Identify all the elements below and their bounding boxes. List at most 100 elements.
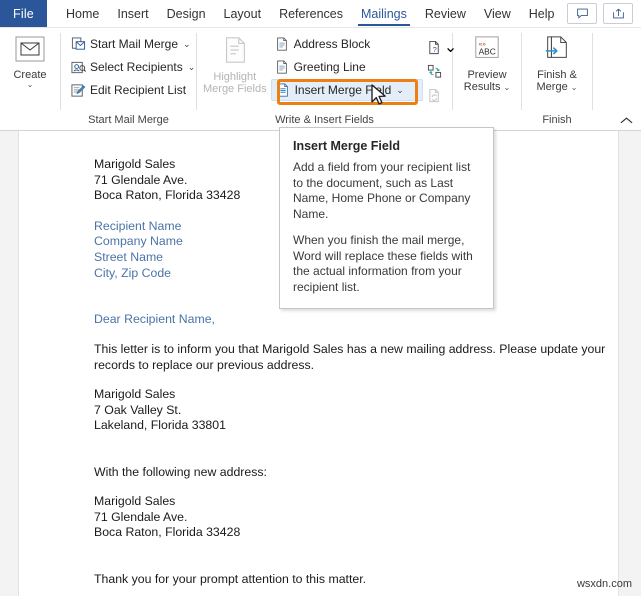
highlight-merge-fields-icon [220,35,250,68]
start-mail-merge-commands: Start Mail Merge ⌄ Select Recipients ⌄ E… [67,33,198,101]
tab-design-label: Design [166,6,206,21]
preview-results-button[interactable]: «» ABC Preview Results ⌄ [459,33,515,93]
old-address-block: Marigold Sales 7 Oak Valley St. Lakeland… [94,387,618,434]
finish-merge-icon [540,35,574,66]
chevron-up-icon [620,117,633,124]
collapse-ribbon-button[interactable] [620,114,633,128]
chevron-down-icon: ⌄ [183,38,191,49]
body-paragraph: This letter is to inform you that Marigo… [94,342,606,373]
tab-view[interactable]: View [475,0,520,27]
tab-bar-actions [567,0,641,27]
ribbon-group-create: Create ⌄ [0,28,60,130]
greeting-line-icon [274,59,290,75]
chevron-down-icon: ⌄ [503,83,511,92]
old-address-line: Marigold Sales [94,387,176,402]
tab-design[interactable]: Design [158,0,215,27]
tooltip-title: Insert Merge Field [293,139,400,153]
edit-recipient-list-button[interactable]: Edit Recipient List [67,79,198,101]
share-button[interactable] [603,3,633,24]
tab-list: Home Insert Design Layout References Mai… [47,0,563,27]
select-recipients-icon [70,59,86,75]
preview-results-label-1: Preview [467,69,507,81]
preview-results-label-2-text: Results [463,81,501,93]
tab-review-label: Review [424,6,466,21]
group-divider [592,33,593,110]
chevron-down-icon: ⌄ [570,83,578,92]
old-address-line: 7 Oak Valley St. [94,402,182,417]
tab-mailings[interactable]: Mailings [352,0,416,27]
tab-insert-label: Insert [117,6,149,21]
edit-recipient-list-label: Edit Recipient List [90,83,187,97]
write-insert-commands: Address Block Greeting Line Insert Merge… [270,33,423,101]
tab-help[interactable]: Help [520,0,564,27]
start-mail-merge-button[interactable]: Start Mail Merge ⌄ [67,33,198,55]
closing-thanks: Thank you for your prompt attention to t… [94,571,367,586]
highlight-merge-fields-label-2: Merge Fields [203,83,267,95]
new-address-intro: With the following new address: [94,464,267,479]
ribbon-group-start-mail-merge: Start Mail Merge ⌄ Select Recipients ⌄ E… [61,28,196,130]
ribbon-group-finish: Finish & Merge ⌄ Finish [522,28,592,130]
finish-and-merge-label-2-text: Merge [536,81,568,93]
select-recipients-button[interactable]: Select Recipients ⌄ [67,56,198,78]
ribbon: Create ⌄ Start Mail Merge ⌄ Select Recip… [0,28,641,131]
ribbon-group-preview-results: «» ABC Preview Results ⌄ [453,28,521,130]
finish-and-merge-label-2: Merge ⌄ [537,81,578,93]
match-fields-icon [427,64,441,78]
document-spacer [94,449,618,464]
start-mail-merge-label: Start Mail Merge [90,37,179,51]
highlight-merge-fields-label-1: Highlight [213,71,257,83]
new-address-block: Marigold Sales 71 Glendale Ave. Boca Rat… [94,494,618,541]
ribbon-group-write-insert-fields: Highlight Merge Fields Address Block Gre… [197,28,457,130]
insert-merge-field-label: Insert Merge Field [294,83,392,97]
start-mail-merge-icon [70,36,86,52]
group-label-start-mail-merge: Start Mail Merge [88,114,169,126]
tooltip-paragraph-2: When you finish the mail merge, Word wil… [293,233,473,294]
document-spacer [94,556,618,571]
svg-text:ABC: ABC [479,47,496,57]
insert-merge-field-icon [275,82,291,98]
tab-references-label: References [279,6,343,21]
tab-references[interactable]: References [270,0,352,27]
new-address-line: 71 Glendale Ave. [94,509,188,524]
tab-file[interactable]: File [0,0,47,27]
tab-home-label: Home [66,6,100,21]
svg-text:?: ? [432,45,436,54]
update-labels-icon [429,88,439,102]
greeting-line-button[interactable]: Greeting Line [271,56,423,78]
chevron-down-icon: ⌄ [396,84,404,95]
share-icon [612,8,624,19]
tab-review[interactable]: Review [416,0,475,27]
comment-icon [576,8,588,19]
tab-mailings-label: Mailings [361,6,407,21]
tab-layout[interactable]: Layout [215,0,271,27]
preview-results-abc-icon: «» ABC [470,35,504,66]
new-address-line: Marigold Sales [94,493,176,508]
old-address-line: Lakeland, Florida 33801 [94,418,226,433]
chevron-down-icon: ⌄ [187,61,196,72]
comments-button[interactable] [567,3,597,24]
address-block-button[interactable]: Address Block [271,33,423,55]
address-block-icon [274,36,290,52]
tab-insert[interactable]: Insert [108,0,157,27]
envelope-icon [12,35,48,66]
tooltip-paragraph-1: Add a field from your recipient list to … [293,160,471,221]
rules-icon: ? [429,40,439,54]
ribbon-tab-bar: File Home Insert Design Layout Reference… [0,0,641,28]
insert-merge-field-button[interactable]: Insert Merge Field ⌄ [270,79,423,101]
tab-layout-label: Layout [223,6,262,21]
finish-and-merge-button[interactable]: Finish & Merge ⌄ [528,33,586,93]
tab-help-label: Help [528,6,555,21]
finish-and-merge-label-1: Finish & [537,69,577,81]
tab-view-label: View [483,6,511,21]
highlight-merge-fields-button[interactable]: Highlight Merge Fields [203,33,267,95]
group-label-finish: Finish [542,114,572,126]
salutation-line[interactable]: Dear Recipient Name, [94,311,609,327]
address-block-label: Address Block [293,37,371,51]
create-button[interactable]: Create ⌄ [6,33,54,89]
tab-home[interactable]: Home [57,0,108,27]
chevron-down-icon: ⌄ [26,80,34,89]
group-label-create [0,113,60,130]
insert-merge-field-tooltip: Insert Merge Field Add a field from your… [279,127,494,309]
watermark: wsxdn.com [576,578,632,590]
new-address-line: Boca Raton, Florida 33428 [94,525,241,540]
